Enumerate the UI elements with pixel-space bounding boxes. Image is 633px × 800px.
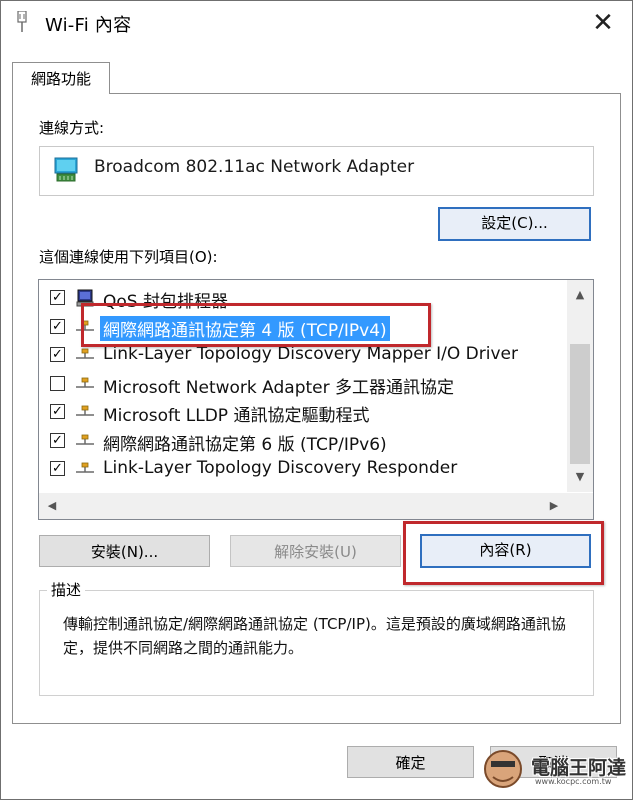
description-legend: 描述	[47, 579, 86, 600]
item-checkbox[interactable]: ✓	[50, 404, 65, 419]
install-button[interactable]: 安裝(N)...	[39, 535, 210, 567]
scroll-up-icon[interactable]: ▲	[570, 288, 590, 301]
protocol-icon	[76, 434, 94, 445]
close-icon: ✕	[592, 8, 614, 38]
wifi-adapter-icon	[17, 11, 27, 32]
item-label: 網際網路通訊協定第 6 版 (TCP/IPv6)	[103, 434, 387, 455]
item-checkbox[interactable]: ✓	[50, 347, 65, 362]
item-checkbox[interactable]: ✓	[50, 290, 65, 305]
horizontal-scrollbar[interactable]: ◀ ▶	[39, 493, 567, 519]
item-label: Link-Layer Topology Discovery Mapper I/O…	[103, 344, 518, 364]
scroll-right-icon[interactable]: ▶	[544, 499, 564, 512]
highlight-ipv4-annotation	[81, 303, 431, 347]
close-button[interactable]: ✕	[583, 7, 623, 39]
watermark-url: www.kocpc.com.tw	[535, 777, 612, 786]
ok-button[interactable]: 確定	[347, 746, 474, 778]
watermark-name: 電腦王阿達	[531, 757, 627, 779]
list-item[interactable]: ✓ Link-Layer Topology Discovery Responder	[39, 455, 559, 483]
item-checkbox[interactable]: ✓	[50, 318, 65, 334]
uninstall-button[interactable]: 解除安裝(U)	[230, 535, 401, 567]
title-bar[interactable]: Wi-Fi 內容 ✕	[1, 1, 632, 45]
item-label: Link-Layer Topology Discovery Responder	[103, 458, 458, 478]
adapter-field: Broadcom 802.11ac Network Adapter	[39, 146, 594, 196]
scroll-corner	[567, 493, 593, 519]
tab-networking[interactable]: 網路功能	[12, 62, 110, 94]
vertical-scroll-thumb[interactable]	[570, 344, 590, 464]
dialog-window: Wi-Fi 內容 ✕ 網路功能 連線方式: Broadcom 802.11ac …	[0, 0, 633, 800]
items-label: 這個連線使用下列項目(O):	[39, 248, 218, 266]
configure-button[interactable]: 設定(C)...	[438, 207, 591, 241]
highlight-properties-annotation	[403, 521, 604, 585]
list-item[interactable]: ✓ 網際網路通訊協定第 6 版 (TCP/IPv6)	[39, 427, 559, 455]
protocol-icon	[76, 348, 94, 359]
vertical-scrollbar[interactable]: ▲ ▼	[567, 280, 593, 492]
network-adapter-icon	[54, 157, 78, 182]
item-label: Microsoft Network Adapter 多工器通訊協定	[103, 377, 454, 398]
item-checkbox[interactable]	[50, 375, 65, 391]
window-title: Wi-Fi 內容	[45, 15, 132, 36]
item-checkbox[interactable]: ✓	[50, 461, 65, 476]
protocol-icon	[76, 377, 94, 388]
list-item[interactable]: ✓ Microsoft LLDP 通訊協定驅動程式	[39, 398, 559, 426]
list-item[interactable]: Microsoft Network Adapter 多工器通訊協定	[39, 370, 559, 398]
item-label: Microsoft LLDP 通訊協定驅動程式	[103, 406, 370, 426]
connect-using-label: 連線方式:	[39, 119, 105, 137]
item-checkbox[interactable]: ✓	[50, 432, 65, 448]
scroll-down-icon[interactable]: ▼	[570, 470, 590, 483]
protocol-icon	[76, 462, 94, 473]
adapter-name: Broadcom 802.11ac Network Adapter	[94, 157, 415, 177]
protocol-icon	[76, 405, 94, 416]
scroll-left-icon[interactable]: ◀	[42, 499, 62, 512]
description-text: 傳輸控制通訊協定/網際網路通訊協定 (TCP/IP)。這是預設的廣域網路通訊協定…	[63, 615, 566, 657]
